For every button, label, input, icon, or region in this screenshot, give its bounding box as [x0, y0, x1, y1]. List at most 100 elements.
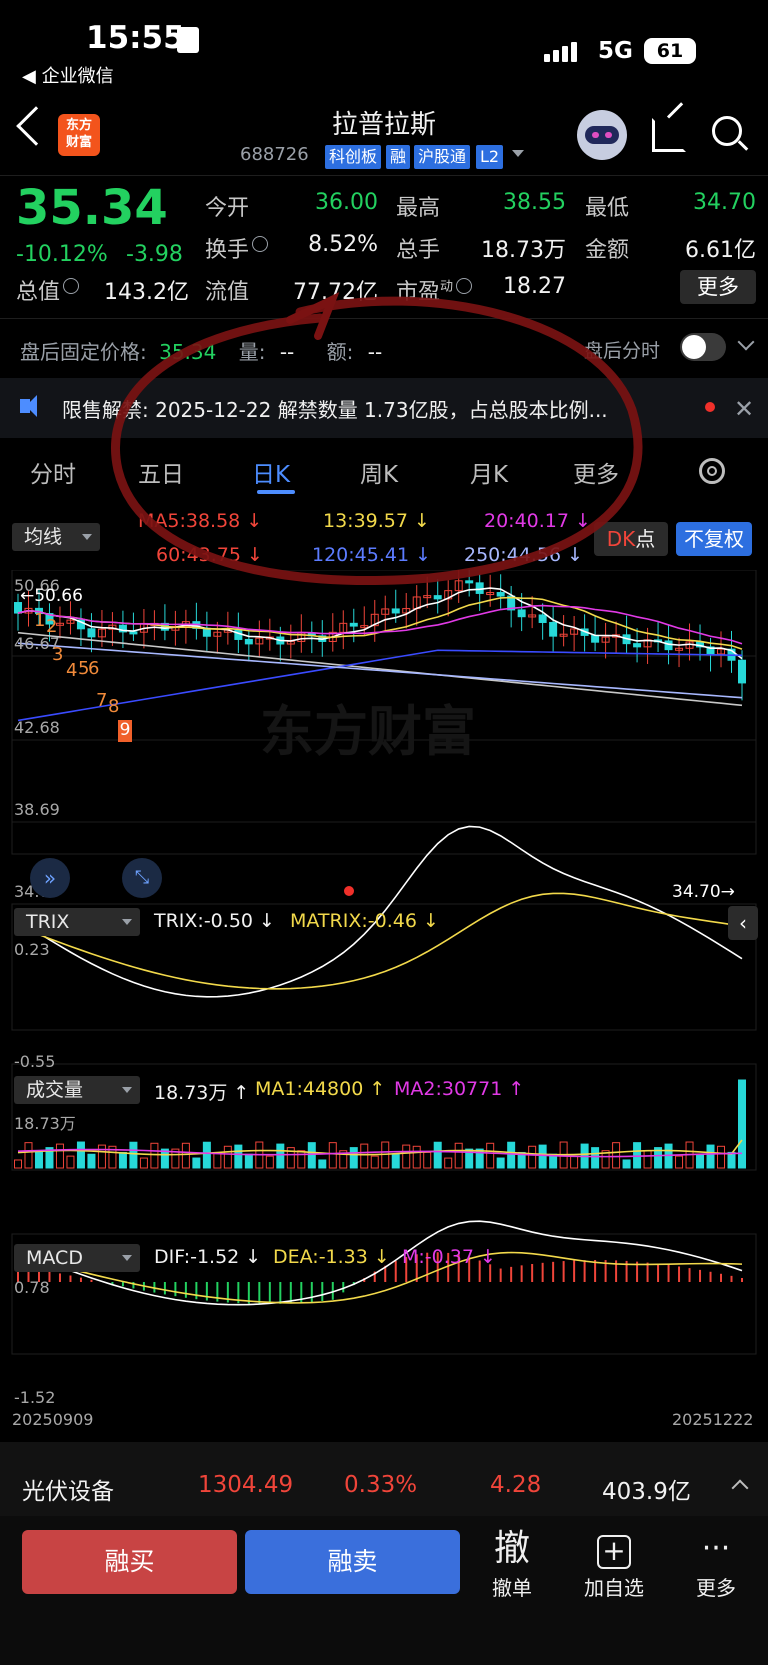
tab-more[interactable]: 更多 — [573, 455, 619, 489]
event-dot[interactable] — [344, 886, 354, 896]
change-amount: -3.98 — [126, 242, 183, 267]
margin-sell-button[interactable]: 融卖 — [245, 1530, 460, 1594]
kline-marker-8[interactable]: 8 — [108, 696, 119, 717]
trix-value: TRIX:-0.50 ↓ — [154, 910, 275, 932]
macd-selector[interactable]: MACD — [14, 1244, 140, 1272]
current-price: 35.34 — [16, 180, 168, 236]
volume-bar — [129, 1141, 138, 1169]
trix-y-bottom: -0.55 — [14, 1052, 56, 1071]
ma60-value: 60:43.75 ↓ — [156, 544, 263, 566]
tag-stock-connect[interactable]: 沪股通 — [414, 145, 471, 169]
candle-body — [591, 634, 600, 643]
dk-point-button[interactable]: DK点 — [594, 522, 668, 556]
status-time: 15:55 — [86, 20, 185, 56]
volume-bar — [391, 1153, 400, 1169]
volume-bar — [244, 1153, 253, 1169]
add-watchlist-label: 加自选 — [584, 1576, 644, 1600]
ma-selector[interactable]: 均线 — [12, 523, 100, 551]
kline-max-marker: ←50.66 — [20, 586, 83, 606]
tag-star-market[interactable]: 科创板 — [325, 145, 382, 169]
candle-body — [433, 595, 442, 600]
ma250-line — [17, 642, 743, 699]
add-watchlist-button[interactable]: + 加自选 — [574, 1526, 654, 1601]
volume-bar — [633, 1142, 642, 1169]
candle-body — [465, 580, 474, 584]
volume-bar — [76, 1141, 85, 1169]
tab-five-day[interactable]: 五日 — [138, 455, 184, 489]
kline-marker-7[interactable]: 7 — [96, 690, 107, 711]
assistant-robot-icon[interactable] — [577, 110, 627, 160]
share-icon[interactable] — [652, 118, 686, 152]
fullscreen-icon[interactable]: ⤡ — [122, 858, 162, 898]
cancel-icon: 撤 — [493, 1528, 530, 1569]
more-quote-button[interactable]: 更多 — [680, 270, 756, 304]
expand-right-icon[interactable]: » — [30, 858, 70, 898]
volume-ma1: MA1:44800 ↑ — [255, 1078, 386, 1100]
adjust-mode-button[interactable]: 不复权 — [676, 522, 752, 556]
sector-name[interactable]: 光伏设备 — [22, 1472, 114, 1506]
volume-bar — [265, 1155, 274, 1169]
volume-bar — [181, 1142, 190, 1169]
date-start: 20250909 — [12, 1410, 94, 1429]
more-dots-icon: ··· — [701, 1531, 731, 1566]
notice-text[interactable]: 限售解禁: 2025-12-22 解禁数量 1.73亿股，占总股本比例... — [62, 394, 608, 423]
volume-bar — [192, 1157, 201, 1169]
volume-y-top: 18.73万 — [14, 1114, 76, 1133]
after-hours-row: 盘后固定价格: 35.34 量: -- 额: -- — [20, 340, 383, 364]
kline-marker-2[interactable]: 2 — [46, 616, 57, 637]
volume-bar — [433, 1141, 442, 1169]
after-hours-toggle[interactable] — [680, 333, 726, 361]
info-icon[interactable] — [252, 236, 269, 252]
cancel-order-button[interactable]: 撤 撤单 — [472, 1526, 552, 1601]
candle-body — [244, 638, 253, 645]
macd-y-bottom: -1.52 — [14, 1388, 56, 1407]
volume-bar — [360, 1143, 369, 1169]
info-icon[interactable] — [63, 278, 80, 294]
change-percent: -10.12% — [16, 242, 108, 267]
candle-body — [517, 609, 526, 618]
volume-bar — [675, 1155, 684, 1169]
chevron-down-icon[interactable] — [512, 150, 524, 157]
chevron-down-icon[interactable] — [737, 333, 755, 351]
more-actions-button[interactable]: ··· 更多 — [676, 1526, 756, 1601]
volume-bar — [55, 1143, 64, 1169]
candle-body — [538, 614, 547, 623]
volume-bar — [118, 1151, 127, 1169]
search-handle-icon — [737, 140, 749, 151]
volume-selector[interactable]: 成交量 — [14, 1076, 140, 1104]
volume-bar — [370, 1155, 379, 1169]
tab-timeshare[interactable]: 分时 — [30, 455, 76, 489]
high-value: 38.55 — [503, 190, 566, 215]
macd-y-top: 0.78 — [14, 1278, 50, 1297]
volume-bar — [402, 1144, 411, 1169]
volume-bar — [34, 1150, 43, 1169]
more-actions-label: 更多 — [696, 1576, 736, 1600]
cancel-order-label: 撤单 — [492, 1576, 532, 1600]
tag-margin[interactable]: 融 — [386, 145, 411, 169]
tab-daily-k[interactable]: 日K — [252, 455, 290, 489]
tab-weekly-k[interactable]: 周K — [360, 455, 398, 489]
volume-bar — [202, 1141, 211, 1169]
kline-marker-3[interactable]: 3 — [52, 644, 63, 665]
kline-marker-1[interactable]: 1 — [34, 610, 45, 631]
margin-buy-button[interactable]: 融买 — [22, 1530, 237, 1594]
volume-indicator-value: 18.73万 ↑ — [154, 1082, 250, 1104]
close-icon[interactable]: ✕ — [734, 395, 754, 423]
candle-body — [87, 628, 96, 638]
ma20-line — [17, 604, 743, 645]
float-label: 流值 — [205, 280, 250, 305]
tag-l2[interactable]: L2 — [476, 145, 504, 169]
kline-marker-9[interactable]: 9 — [118, 720, 132, 742]
trix-selector[interactable]: TRIX — [14, 908, 140, 936]
candle-body — [664, 640, 673, 651]
tab-monthly-k[interactable]: 月K — [470, 455, 508, 489]
collapse-panel-icon[interactable]: ‹ — [728, 906, 758, 940]
sector-chg: 4.28 — [490, 1472, 542, 1498]
kline-marker-4[interactable]: 4 — [66, 660, 77, 681]
back-to-app-link[interactable]: ◀ 企业微信 — [22, 62, 114, 88]
after-hours-timeshare-label: 盘后分时 — [584, 340, 661, 362]
volume-bar — [507, 1141, 516, 1169]
kline-marker-6[interactable]: 6 — [88, 658, 99, 679]
ma250-value: 250:44.56 ↓ — [464, 544, 584, 566]
volume-bar — [307, 1142, 316, 1169]
